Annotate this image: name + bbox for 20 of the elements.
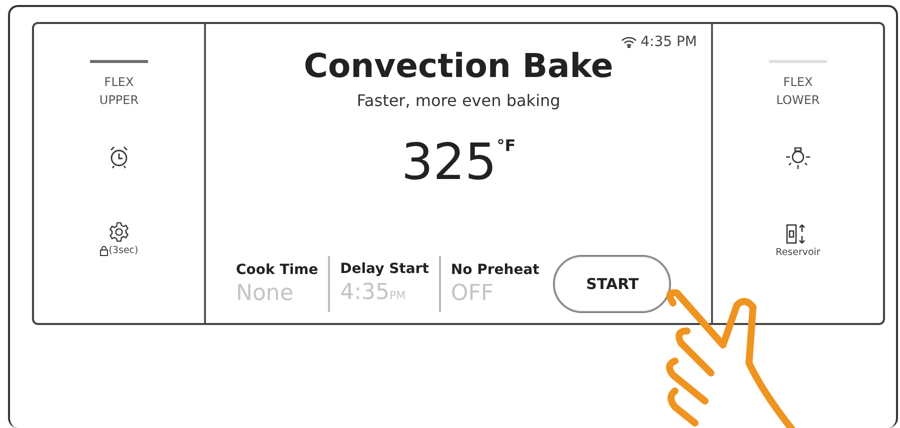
wifi-icon — [620, 36, 637, 48]
clock-time: 4:35 PM — [640, 34, 697, 50]
zone-label[interactable]: FLEX UPPER — [84, 73, 154, 109]
option-value: 4:35 PM — [340, 280, 406, 306]
zone-label[interactable]: FLEX LOWER — [763, 73, 833, 109]
light-bulb-icon[interactable] — [785, 145, 811, 171]
option-label[interactable]: Cook Time — [236, 262, 318, 278]
lock-timer-label: (3sec) — [100, 245, 138, 256]
lock-icon — [100, 246, 108, 256]
start-button[interactable]: START — [553, 255, 672, 313]
temperature-reading[interactable]: 325$^{°F}$ — [401, 118, 516, 190]
settings-icon[interactable] — [108, 221, 130, 243]
option-value: None — [236, 282, 294, 306]
option-label[interactable]: No Preheat — [450, 262, 540, 278]
option-label[interactable]: Delay Start — [340, 260, 429, 276]
reservoir-label: Reservoir — [776, 247, 820, 258]
mode-description: Faster, more even baking — [356, 91, 560, 110]
cooking-mode-title: Convection Bake — [304, 46, 614, 85]
option-value: OFF — [450, 282, 494, 306]
alarm-clock-icon[interactable] — [108, 145, 130, 169]
